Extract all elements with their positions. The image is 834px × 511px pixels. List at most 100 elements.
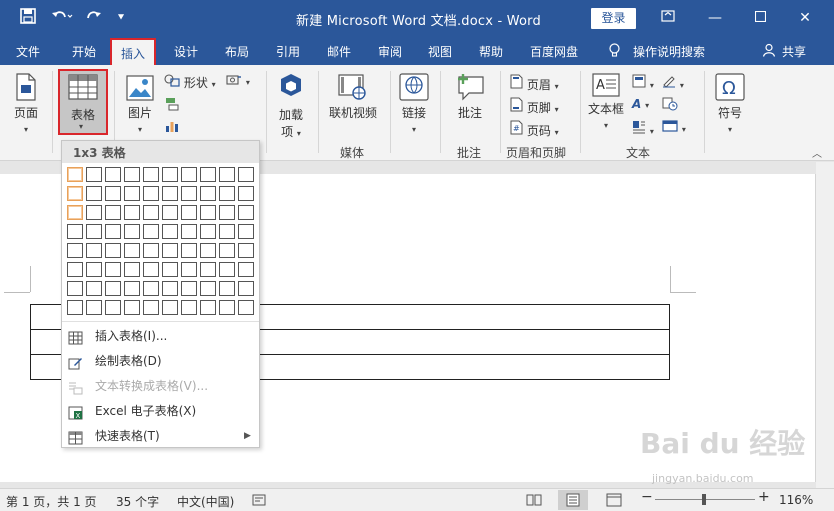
table-grid-cell[interactable] [200,262,216,277]
table-grid-cell[interactable] [124,281,140,296]
zoom-in-button[interactable]: + [758,489,770,505]
chart-button[interactable] [164,119,180,136]
excel-spreadsheet-menu-item[interactable]: X Excel 电子表格(X) [62,399,259,423]
table-grid-cell[interactable] [124,262,140,277]
zoom-slider-thumb[interactable] [702,494,706,505]
tab-file[interactable]: 文件 [16,43,40,60]
table-grid-cell[interactable] [238,262,254,277]
collapse-ribbon-icon[interactable]: ︿ [812,145,822,160]
minimize-icon[interactable]: — [700,6,730,30]
table-grid-cell[interactable] [86,186,102,201]
vertical-scrollbar[interactable] [816,162,834,488]
table-grid-cell[interactable] [124,224,140,239]
table-grid-cell[interactable] [124,243,140,258]
table-grid-cell[interactable] [238,205,254,220]
page-button[interactable]: 页面 ▾ [8,73,44,135]
zoom-out-button[interactable]: − [641,489,653,505]
table-grid-cell[interactable] [162,167,178,182]
wordart-button[interactable]: A ▾ [632,97,649,111]
table-grid-cell[interactable] [86,224,102,239]
table-grid-cell[interactable] [181,243,197,258]
table-grid-cell[interactable] [86,243,102,258]
tab-insert[interactable]: 插入 [110,38,157,65]
table-button[interactable]: 表格 ▾ [58,69,108,135]
table-grid-cell[interactable] [143,262,159,277]
print-layout-icon[interactable] [558,490,588,510]
header-button[interactable]: 页眉 ▾ [510,74,559,93]
table-grid-cell[interactable] [105,167,121,182]
table-grid-cell[interactable] [143,205,159,220]
table-grid-cell[interactable] [219,281,235,296]
customize-qat-icon[interactable]: ⯆ [114,8,128,28]
signature-line-button[interactable]: ▾ [662,74,684,91]
symbol-button[interactable]: Ω 符号 ▾ [712,73,748,135]
table-grid-cell[interactable] [105,205,121,220]
table-grid-cell[interactable] [181,167,197,182]
table-grid-cell[interactable] [219,300,235,315]
table-grid-cell[interactable] [219,186,235,201]
table-grid-cell[interactable] [67,186,83,201]
table-grid-cell[interactable] [200,186,216,201]
table-grid-cell[interactable] [143,186,159,201]
table-grid-cell[interactable] [124,300,140,315]
table-grid-cell[interactable] [162,262,178,277]
table-grid-cell[interactable] [105,224,121,239]
table-grid-cell[interactable] [219,243,235,258]
table-grid-cell[interactable] [124,186,140,201]
comment-button[interactable]: 批注 [452,73,488,121]
table-grid-cell[interactable] [86,262,102,277]
picture-button[interactable]: 图片 ▾ [122,75,158,135]
tab-baidu-netdisk[interactable]: 百度网盘 [530,43,578,60]
table-grid-cell[interactable] [86,281,102,296]
page-count[interactable]: 第 1 页，共 1 页 [6,493,97,510]
table-grid-cell[interactable] [143,167,159,182]
table-grid-cell[interactable] [124,167,140,182]
tab-help[interactable]: 帮助 [479,43,503,60]
insert-table-menu-item[interactable]: 插入表格(I)... [62,324,259,348]
addins-button[interactable]: 加载 项 ▾ [274,73,308,140]
tab-mailings[interactable]: 邮件 [327,43,351,60]
table-grid-cell[interactable] [143,243,159,258]
web-layout-icon[interactable] [606,493,622,510]
table-grid-cell[interactable] [238,224,254,239]
table-grid-cell[interactable] [238,300,254,315]
login-button[interactable]: 登录 [591,8,636,29]
table-grid-cell[interactable] [86,167,102,182]
table-grid-cell[interactable] [238,186,254,201]
table-grid-cell[interactable] [143,281,159,296]
table-grid-cell[interactable] [105,300,121,315]
tab-view[interactable]: 视图 [428,43,452,60]
table-grid-cell[interactable] [162,281,178,296]
table-grid-cell[interactable] [67,262,83,277]
tab-design[interactable]: 设计 [174,43,198,60]
quick-tables-menu-item[interactable]: 快速表格(T) ▶ [62,424,259,448]
table-grid-cell[interactable] [67,205,83,220]
table-grid-cell[interactable] [200,243,216,258]
close-icon[interactable]: ✕ [790,6,820,30]
online-video-button[interactable]: 联机视频 [326,73,380,121]
footer-button[interactable]: 页脚 ▾ [510,97,559,116]
smartart-button[interactable] [164,97,180,114]
table-grid-cell[interactable] [143,224,159,239]
table-grid-cell[interactable] [200,224,216,239]
table-grid-cell[interactable] [200,300,216,315]
save-icon[interactable] [18,8,38,28]
table-grid-cell[interactable] [67,167,83,182]
table-grid-cell[interactable] [219,262,235,277]
table-grid-cell[interactable] [162,205,178,220]
table-grid-cell[interactable] [143,300,159,315]
tab-review[interactable]: 审阅 [378,43,402,60]
word-count[interactable]: 35 个字 [116,493,159,510]
table-grid-cell[interactable] [181,281,197,296]
tab-references[interactable]: 引用 [276,43,300,60]
accessibility-icon[interactable] [252,493,266,510]
quick-parts-button[interactable]: ▾ [632,74,654,91]
table-grid-cell[interactable] [67,281,83,296]
table-grid-cell[interactable] [86,205,102,220]
table-grid-cell[interactable] [105,281,121,296]
table-grid-cell[interactable] [181,205,197,220]
table-grid-cell[interactable] [67,243,83,258]
table-grid-cell[interactable] [219,224,235,239]
table-grid-cell[interactable] [67,300,83,315]
read-mode-icon[interactable] [526,493,542,510]
